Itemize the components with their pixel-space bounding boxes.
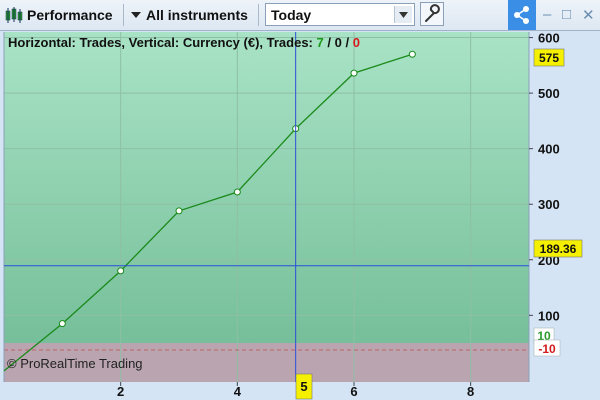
x-tick-label: 2: [117, 384, 124, 399]
toolbar: Performance All instruments Today – □ ✕: [0, 0, 600, 31]
toolbar-separator: [123, 4, 124, 26]
performance-menu[interactable]: Performance: [27, 3, 113, 27]
x-tick-label: 4: [234, 384, 242, 399]
y-tick-label: 100: [538, 308, 560, 323]
period-value: Today: [271, 7, 312, 23]
header-neutral: 0: [335, 35, 342, 50]
data-point: [58, 320, 66, 328]
data-point: [350, 69, 358, 77]
data-point: [175, 207, 183, 215]
data-point: [117, 267, 125, 275]
maximize-icon[interactable]: □: [562, 6, 571, 23]
cursor-value-label: 189.36: [540, 242, 577, 256]
header-separator: /: [327, 35, 331, 50]
instruments-dropdown[interactable]: All instruments: [130, 3, 248, 27]
share-icon: [514, 6, 529, 24]
performance-chart[interactable]: 2 4 6 8100200300400500600 Horizontal: Trade…: [0, 31, 600, 400]
minimize-icon[interactable]: –: [543, 6, 551, 23]
last-value-label: 575: [539, 51, 559, 65]
close-icon[interactable]: ✕: [582, 6, 595, 24]
dropdown-arrow-icon: [131, 12, 141, 18]
period-select[interactable]: Today: [265, 3, 415, 26]
header-wins: 7: [317, 35, 324, 50]
y-tick-label: 600: [538, 31, 560, 46]
share-button[interactable]: [508, 0, 536, 30]
low-red-label: -10: [538, 342, 556, 356]
header-separator: /: [345, 35, 349, 50]
settings-button[interactable]: [420, 2, 444, 26]
y-tick-label: 300: [538, 197, 560, 212]
wrench-icon: [425, 4, 440, 22]
chart-frame: 2 4 6 8 100 200 300 400 500 600 Horizontal: Trade…: [0, 31, 600, 400]
header-text: Horizontal: Trades, Vertical: Currency (…: [8, 35, 313, 50]
y-tick-label: 400: [538, 142, 560, 157]
y-tick-label: 500: [538, 86, 560, 101]
chevron-down-icon[interactable]: [394, 6, 412, 23]
profit-zone: [4, 32, 529, 343]
toolbar-separator: [258, 4, 259, 26]
candlestick-icon: [5, 7, 23, 23]
instruments-label: All instruments: [146, 7, 248, 23]
x-tick-label: 6: [350, 384, 357, 399]
cursor-x-label: 5: [300, 379, 307, 394]
data-point: [408, 50, 416, 58]
x-tick-label: 8: [467, 384, 474, 399]
chart-header: Horizontal: Trades, Vertical: Currency (…: [8, 35, 360, 50]
header-losses: 0: [353, 35, 360, 50]
watermark: © ProRealTime Trading: [7, 356, 143, 371]
data-point: [233, 188, 241, 196]
